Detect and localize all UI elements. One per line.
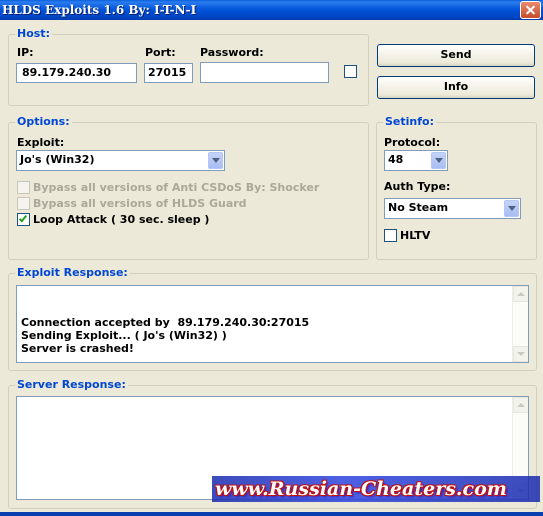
hltv-checkbox[interactable]	[384, 229, 397, 242]
password-input[interactable]	[200, 62, 329, 83]
exploit-response-legend: Exploit Response:	[15, 266, 130, 280]
checkmark-icon	[18, 213, 28, 223]
chevron-down-icon[interactable]	[431, 152, 446, 169]
auth-type-select-value: No Steam	[388, 201, 449, 214]
password-label: Password:	[200, 46, 264, 59]
host-legend: Host:	[15, 27, 52, 41]
scroll-up-icon[interactable]	[513, 397, 528, 413]
bypass-csdos-checkbox[interactable]	[17, 181, 30, 194]
port-input[interactable]: 27015	[144, 63, 193, 83]
setinfo-legend: Setinfo:	[383, 115, 436, 129]
scroll-up-icon[interactable]	[513, 286, 528, 302]
loop-attack-label: Loop Attack ( 30 sec. sleep )	[33, 213, 210, 226]
protocol-label: Protocol:	[384, 136, 441, 149]
bypass-csdos-label: Bypass all versions of Anti CSDoS By: Sh…	[33, 181, 320, 194]
info-button[interactable]: Info	[377, 76, 535, 99]
exploit-response-textarea[interactable]: Connection accepted by 89.179.240.30:270…	[16, 285, 529, 363]
password-show-checkbox[interactable]	[344, 65, 357, 78]
server-response-legend: Server Response:	[15, 378, 128, 392]
close-icon[interactable]	[520, 1, 541, 19]
chevron-down-icon[interactable]	[504, 200, 519, 217]
protocol-select-value: 48	[388, 153, 404, 166]
exploit-label: Exploit:	[17, 136, 65, 149]
scroll-down-icon[interactable]	[513, 346, 528, 362]
auth-type-label: Auth Type:	[384, 180, 451, 193]
window-bottom-border	[0, 512, 543, 516]
hltv-label: HLTV	[400, 229, 431, 242]
exploit-select[interactable]: Jo's (Win32)	[16, 150, 225, 171]
exploit-select-value: Jo's (Win32)	[20, 153, 95, 166]
ip-input[interactable]: 89.179.240.30	[16, 63, 137, 83]
protocol-select[interactable]: 48	[384, 150, 448, 171]
ip-label: IP:	[17, 46, 34, 59]
exploit-response-scrollbar[interactable]	[512, 286, 528, 362]
chevron-down-icon[interactable]	[208, 152, 223, 169]
options-legend: Options:	[15, 115, 72, 129]
port-label: Port:	[145, 46, 176, 59]
send-button[interactable]: Send	[377, 44, 535, 67]
bypass-guard-label: Bypass all versions of HLDS Guard	[33, 197, 247, 210]
loop-attack-checkbox[interactable]	[17, 213, 30, 226]
bypass-guard-checkbox[interactable]	[17, 197, 30, 210]
auth-type-select[interactable]: No Steam	[384, 198, 521, 219]
exploit-response-text: Connection accepted by 89.179.240.30:270…	[21, 316, 310, 355]
title-bar: HLDS Exploits 1.6 By: I-T-N-I	[0, 0, 543, 20]
watermark-logo: www.Russian-Cheaters.com	[215, 478, 507, 500]
window-title: HLDS Exploits 1.6 By: I-T-N-I	[2, 3, 197, 17]
